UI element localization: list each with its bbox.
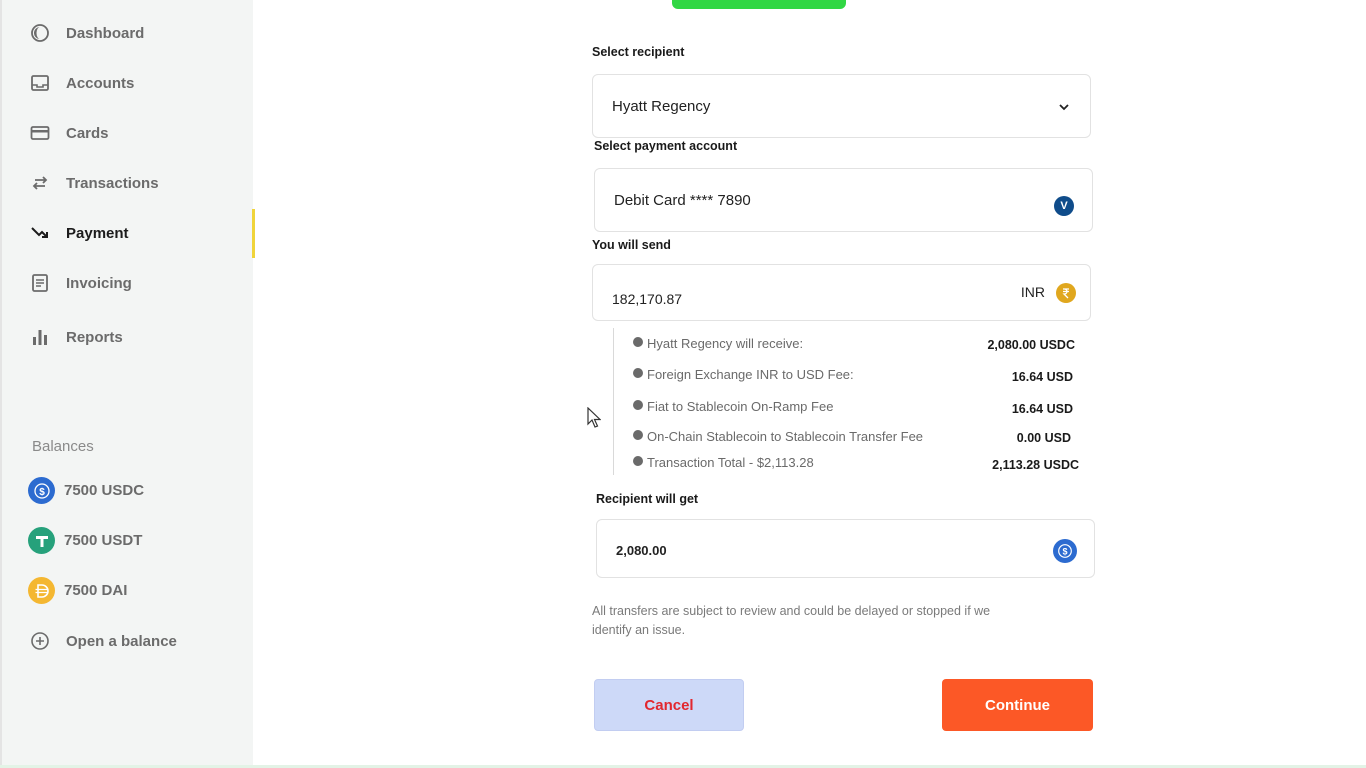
svg-text:$: $ [39, 487, 45, 498]
breakdown-row: Foreign Exchange INR to USD Fee: 16.64 U… [633, 367, 1083, 385]
disclaimer-text: All transfers are subject to review and … [592, 604, 991, 637]
breakdown-connector [613, 328, 614, 475]
send-amount-value: 182,170.87 [612, 291, 683, 307]
open-balance-button[interactable]: Open a balance [30, 629, 177, 653]
breakdown-value: 2,080.00 USDC [987, 338, 1075, 352]
balance-dai[interactable]: 7500 DAI [28, 577, 127, 604]
breakdown-value: 16.64 USD [1011, 370, 1073, 384]
mouse-cursor-icon [587, 406, 602, 434]
balance-usdc[interactable]: $ 7500 USDC [28, 477, 144, 504]
balances-title: Balances [32, 438, 94, 455]
payment-arrow-icon [30, 223, 50, 243]
dashboard-icon [30, 23, 50, 43]
dai-coin-icon [28, 577, 55, 604]
receive-amount-value: 2,080.00 [616, 543, 667, 558]
balance-label: 7500 USDC [64, 482, 145, 499]
cancel-button[interactable]: Cancel [594, 679, 744, 731]
balance-usdt[interactable]: 7500 USDT [28, 527, 142, 554]
payment-account-label: Select payment account [594, 139, 738, 153]
bullet-dot [633, 400, 643, 410]
breakdown-value: 16.64 USD [1011, 402, 1073, 416]
payment-account-value: Debit Card **** 7890 [614, 192, 751, 209]
payment-account-select[interactable]: Debit Card **** 7890 V [594, 168, 1093, 232]
balance-label: 7500 DAI [64, 582, 128, 599]
usdc-coin-icon: $ [1053, 539, 1077, 563]
rupee-coin-icon [1056, 283, 1076, 303]
bar-chart-icon [30, 327, 50, 347]
recipient-label: Select recipient [592, 45, 685, 59]
sidebar-item-label: Invoicing [66, 274, 132, 292]
visa-badge-icon: V [1054, 196, 1074, 216]
top-green-button[interactable] [672, 0, 846, 9]
sidebar-item-label: Cards [66, 124, 109, 142]
sidebar-item-reports[interactable]: Reports [30, 325, 123, 349]
plus-circle-icon [30, 631, 50, 651]
sidebar-item-dashboard[interactable]: Dashboard [30, 21, 144, 45]
sidebar-item-label: Reports [66, 328, 123, 346]
balance-label: 7500 USDT [64, 532, 143, 549]
sidebar: Dashboard Accounts Cards Transactions Pa… [0, 0, 255, 768]
breakdown-name: Foreign Exchange INR to USD Fee: [647, 367, 854, 382]
breakdown-value: 0.00 USD [1016, 431, 1071, 445]
receive-amount-input[interactable]: 2,080.00 $ [596, 519, 1095, 578]
breakdown-row: Transaction Total - $2,113.28 2,113.28 U… [633, 455, 1083, 473]
breakdown-row: Hyatt Regency will receive: 2,080.00 USD… [633, 336, 1083, 354]
breakdown-name: On-Chain Stablecoin to Stablecoin Transf… [647, 429, 924, 444]
bullet-dot [633, 368, 643, 378]
recipient-value: Hyatt Regency [612, 98, 711, 115]
document-icon [30, 273, 50, 293]
inbox-icon [30, 73, 50, 93]
sidebar-item-payment[interactable]: Payment [30, 221, 129, 245]
sidebar-item-label: Dashboard [66, 24, 145, 42]
sidebar-item-cards[interactable]: Cards [30, 121, 109, 145]
svg-text:$: $ [1062, 547, 1067, 557]
receive-label: Recipient will get [596, 492, 699, 506]
sidebar-item-label: Payment [66, 224, 129, 242]
breakdown-name: Hyatt Regency will receive: [647, 336, 804, 351]
continue-button[interactable]: Continue [942, 679, 1093, 731]
open-balance-label: Open a balance [66, 632, 177, 650]
chevron-down-icon [1058, 100, 1070, 118]
breakdown-name: Transaction Total - $2,113.28 [647, 455, 814, 470]
recipient-select[interactable]: Hyatt Regency [592, 74, 1091, 138]
active-indicator [252, 209, 255, 258]
send-currency: INR [1020, 284, 1045, 300]
breakdown-row: On-Chain Stablecoin to Stablecoin Transf… [633, 429, 1083, 447]
bullet-dot [633, 456, 643, 466]
send-amount-input[interactable]: 182,170.87 INR [592, 264, 1091, 321]
sidebar-item-accounts[interactable]: Accounts [30, 71, 134, 95]
breakdown-row: Fiat to Stablecoin On-Ramp Fee 16.64 USD [633, 399, 1083, 417]
sidebar-item-invoicing[interactable]: Invoicing [30, 271, 132, 295]
card-icon [30, 123, 50, 143]
send-label: You will send [592, 238, 671, 252]
bullet-dot [633, 337, 643, 347]
usdt-coin-icon [28, 527, 55, 554]
sidebar-item-transactions[interactable]: Transactions [30, 171, 159, 195]
bullet-dot [633, 430, 643, 440]
breakdown-name: Fiat to Stablecoin On-Ramp Fee [647, 399, 834, 414]
swap-arrows-icon [30, 173, 50, 193]
breakdown-value: 2,113.28 USDC [992, 458, 1079, 472]
sidebar-item-label: Transactions [66, 174, 159, 192]
usdc-coin-icon: $ [28, 477, 55, 504]
sidebar-item-label: Accounts [66, 74, 135, 92]
